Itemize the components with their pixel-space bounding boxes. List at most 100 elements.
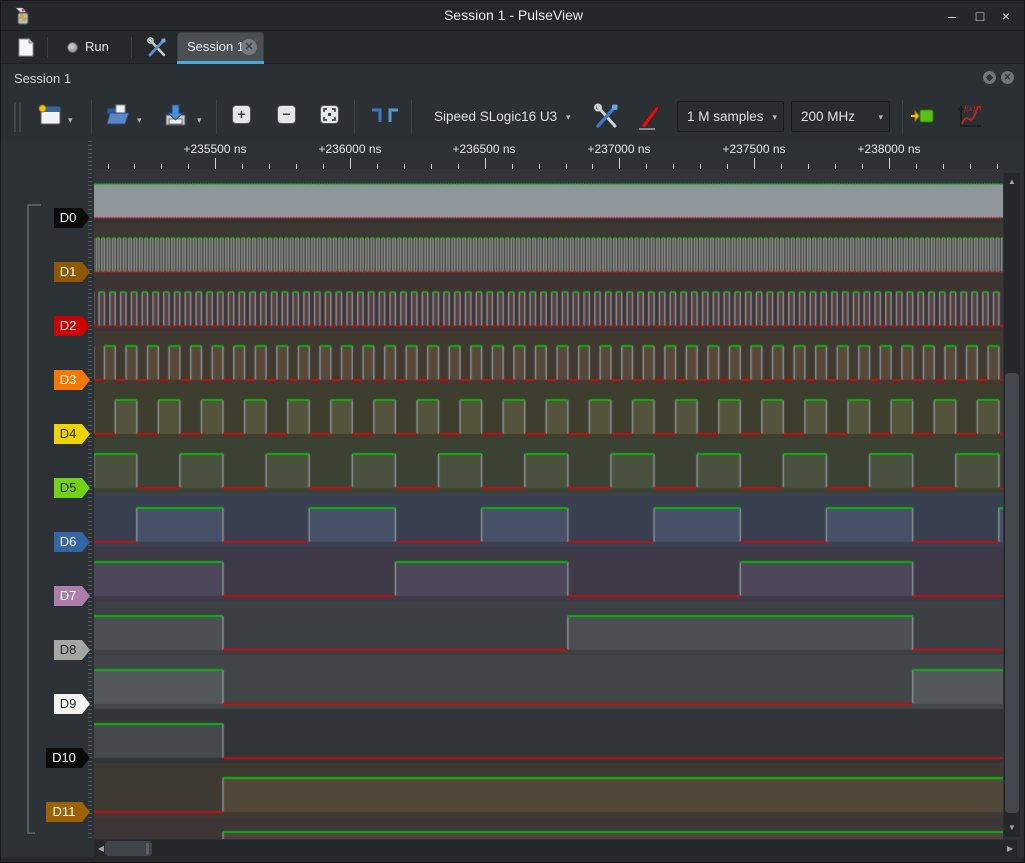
- vertical-scroll-handle[interactable]: [1005, 373, 1019, 813]
- trigger-icon: [369, 102, 401, 130]
- sample-rate-value: 200 MHz: [801, 109, 855, 124]
- zoom-in-button[interactable]: +: [232, 105, 251, 124]
- ruler-tick-label: +237000 ns: [587, 142, 650, 156]
- open-file-button[interactable]: [104, 102, 130, 132]
- probe-icon: [635, 102, 665, 132]
- toolbar-drag-handle[interactable]: [14, 102, 21, 132]
- toolbar-separator: [131, 37, 132, 58]
- ruler-major-tick: [215, 158, 216, 169]
- new-session-window-button[interactable]: [37, 102, 63, 132]
- channel-tag-d3[interactable]: D3: [54, 370, 90, 390]
- ruler-tick-label: +238000 ns: [857, 142, 920, 156]
- tools-icon: [145, 36, 169, 59]
- session-header: Session 1 ◆ ✕: [1, 64, 1025, 94]
- ruler-tick-label: +236000 ns: [318, 142, 381, 156]
- channel-tag-d9[interactable]: D9: [54, 694, 90, 714]
- tab-label: Session 1: [187, 39, 244, 54]
- ruler-major-tick: [619, 158, 620, 169]
- chevron-down-icon: ▾: [772, 112, 777, 123]
- save-file-button[interactable]: [162, 102, 189, 132]
- toolbar-separator: [91, 100, 92, 134]
- bottom-strip: [1, 857, 1025, 863]
- channel-tag-d4[interactable]: D4: [54, 424, 90, 444]
- main-toolbar: Run Session 1 ✕: [1, 31, 1025, 64]
- math-function-icon: f(x): [955, 102, 985, 132]
- toolbar-separator: [216, 100, 217, 134]
- trace-group-bracket[interactable]: [27, 204, 41, 834]
- new-session-dropdown[interactable]: ▾: [68, 110, 73, 140]
- capture-toolbar: ▾ ▾ ▾ + −: [1, 94, 1025, 140]
- trace-view[interactable]: +235500 ns +236000 ns +236500 ns +237000 ns…: [1, 141, 1025, 863]
- channel-tag-d5[interactable]: D5: [54, 478, 90, 498]
- channel-tag-d8[interactable]: D8: [54, 640, 90, 660]
- tab-close-icon[interactable]: ✕: [241, 39, 257, 55]
- scroll-up-icon[interactable]: ▲: [1004, 175, 1020, 189]
- maximize-button[interactable]: □: [968, 5, 992, 27]
- capture-state-icon: [67, 42, 78, 53]
- wrench-screwdriver-icon: [591, 102, 621, 132]
- save-file-dropdown[interactable]: ▾: [197, 110, 202, 140]
- save-icon: [162, 102, 189, 129]
- new-session-button[interactable]: [15, 37, 37, 58]
- zoom-fit-icon: [321, 106, 338, 123]
- channel-tag-d1[interactable]: D1: [54, 262, 90, 282]
- chevron-down-icon: ▾: [566, 112, 571, 123]
- ruler-hatch-column: [88, 141, 92, 839]
- scroll-grip: [146, 843, 149, 854]
- horizontal-scrollbar[interactable]: ◀ ▶: [94, 840, 1017, 857]
- horizontal-scroll-handle[interactable]: [105, 841, 152, 856]
- window-title: Session 1 - PulseView: [1, 7, 1025, 23]
- sample-rate-combobox[interactable]: 200 MHz ▾: [791, 101, 890, 132]
- scroll-down-icon[interactable]: ▼: [1004, 821, 1020, 835]
- open-folder-icon: [104, 102, 130, 128]
- open-file-dropdown[interactable]: ▾: [137, 110, 142, 140]
- chevron-down-icon: ▾: [878, 112, 883, 123]
- vertical-scrollbar[interactable]: ▲ ▼: [1004, 173, 1020, 837]
- add-math-signal-button[interactable]: f(x): [955, 102, 985, 132]
- sample-count-value: 1 M samples: [687, 109, 764, 124]
- ruler-major-tick: [889, 158, 890, 169]
- pulseview-window: Session 1 - PulseView – □ × Run: [0, 0, 1025, 863]
- channel-tag-d10[interactable]: D10: [46, 748, 90, 768]
- waveform-canvas[interactable]: [94, 169, 1003, 839]
- sample-count-combobox[interactable]: 1 M samples ▾: [677, 101, 784, 132]
- scroll-right-icon[interactable]: ▶: [1003, 840, 1017, 857]
- zoom-fit-button[interactable]: [320, 105, 339, 124]
- close-session-icon[interactable]: ✕: [1001, 71, 1014, 84]
- close-button[interactable]: ×: [994, 5, 1018, 27]
- device-name: Sipeed SLogic16 U3: [434, 109, 557, 124]
- toolbar-separator: [902, 100, 903, 134]
- toolbar-separator: [354, 100, 355, 134]
- run-button[interactable]: Run: [59, 36, 117, 59]
- ruler-major-tick: [754, 158, 755, 169]
- channel-tag-d11[interactable]: D11: [46, 802, 90, 822]
- titlebar: Session 1 - PulseView – □ ×: [1, 1, 1025, 31]
- ruler-major-tick: [350, 158, 351, 169]
- tab-session-1[interactable]: Session 1 ✕: [177, 32, 264, 61]
- time-ruler[interactable]: +235500 ns +236000 ns +236500 ns +237000 ns…: [1, 141, 1025, 169]
- ruler-major-tick: [485, 158, 486, 169]
- minimize-button[interactable]: –: [940, 5, 964, 27]
- decoder-icon: [909, 102, 937, 130]
- channels-button[interactable]: [635, 102, 665, 132]
- channel-tag-d6[interactable]: D6: [54, 532, 90, 552]
- channel-tag-d7[interactable]: D7: [54, 586, 90, 606]
- add-decoder-button[interactable]: [909, 102, 937, 132]
- ruler-tick-label: +235500 ns: [183, 142, 246, 156]
- detach-session-icon[interactable]: ◆: [983, 71, 996, 84]
- new-window-icon: [37, 102, 63, 128]
- run-label: Run: [85, 39, 109, 54]
- ruler-tick-label: +237500 ns: [722, 142, 785, 156]
- channel-tag-d0[interactable]: D0: [54, 208, 90, 228]
- configure-device-button[interactable]: [591, 102, 621, 132]
- zoom-out-button[interactable]: −: [277, 105, 296, 124]
- ruler-tick-label: +236500 ns: [452, 142, 515, 156]
- channel-tag-d2[interactable]: D2: [54, 316, 90, 336]
- trigger-settings-button[interactable]: [369, 102, 401, 132]
- settings-button[interactable]: [145, 36, 169, 59]
- svg-text:f(x): f(x): [964, 104, 975, 113]
- new-session-icon: [15, 37, 37, 58]
- toolbar-separator: [47, 37, 48, 58]
- session-title: Session 1: [14, 71, 71, 86]
- toolbar-separator: [411, 100, 412, 134]
